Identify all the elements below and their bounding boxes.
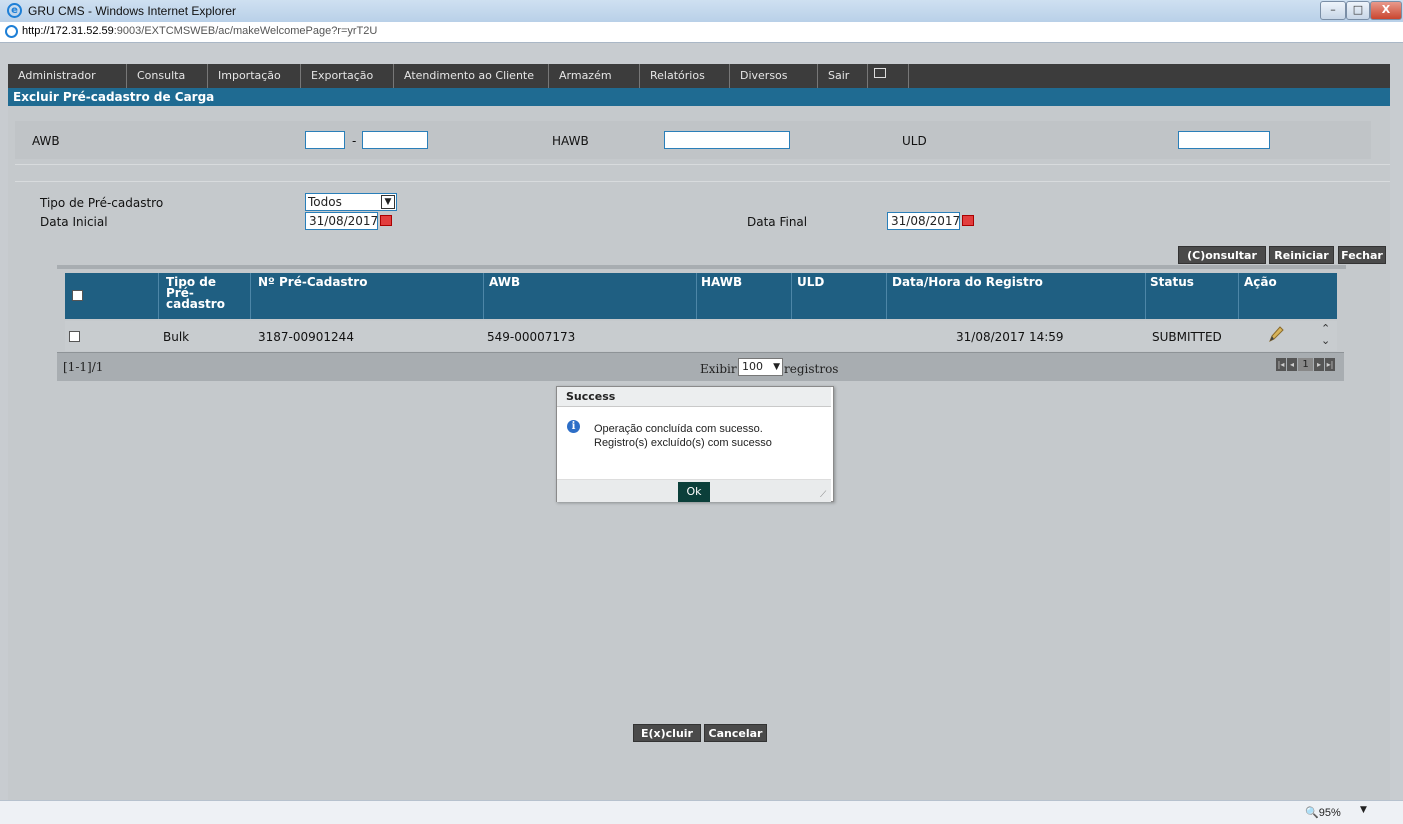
header-acao[interactable]: Ação — [1244, 276, 1277, 288]
header-data-hora[interactable]: Data/Hora do Registro — [892, 276, 1043, 288]
data-inicial-input[interactable]: 31/08/2017 — [305, 212, 378, 230]
page-title: Excluir Pré-cadastro de Carga — [8, 88, 1390, 106]
window-title: GRU CMS - Windows Internet Explorer — [28, 4, 237, 18]
cell-awb: 549-00007173 — [487, 330, 576, 344]
tipo-label: Tipo de Pré-cadastro — [40, 196, 164, 210]
ok-button[interactable]: Ok — [678, 482, 710, 502]
consultar-button[interactable]: (C)onsultar — [1178, 246, 1266, 264]
column-divider — [886, 273, 887, 319]
menu-diversos[interactable]: Diversos — [730, 64, 818, 88]
menu-armazem[interactable]: Armazém — [549, 64, 640, 88]
awb-separator: - — [352, 134, 357, 148]
menu-consulta[interactable]: Consulta — [127, 64, 208, 88]
cell-data-hora: 31/08/2017 14:59 — [956, 330, 1064, 344]
calendar-icon[interactable] — [380, 215, 392, 226]
data-final-label: Data Final — [747, 215, 808, 229]
header-tipo[interactable]: Tipo de Pré- cadastro — [166, 276, 226, 310]
select-all-checkbox[interactable] — [72, 290, 83, 301]
zoom-dropdown-icon[interactable]: ▼ — [1360, 805, 1367, 815]
page-size-value: 100 — [742, 360, 763, 373]
status-bar: 🔍95% ▼ — [0, 800, 1403, 824]
uld-input[interactable] — [1178, 131, 1270, 149]
header-hawb[interactable]: HAWB — [701, 276, 742, 288]
prev-page-icon[interactable]: ◂ — [1287, 358, 1297, 371]
calendar-icon[interactable] — [962, 215, 974, 226]
edit-pencil-icon[interactable] — [1268, 325, 1284, 343]
restore-window-icon[interactable] — [874, 68, 886, 78]
grid-header: Tipo de Pré- cadastro Nº Pré-Cadastro AW… — [65, 273, 1337, 319]
main-menu: Administrador Consulta Importação Export… — [8, 64, 1390, 88]
page-icon — [5, 25, 18, 38]
row-scroll-arrows-icon[interactable]: ⌃ ⌄ — [1321, 323, 1330, 347]
awb-prefix-input[interactable] — [305, 131, 345, 149]
record-range: [1-1]/1 — [63, 360, 104, 374]
row-checkbox[interactable] — [69, 331, 80, 342]
data-final-input[interactable]: 31/08/2017 — [887, 212, 960, 230]
awb-label: AWB — [32, 134, 60, 148]
close-button[interactable]: X — [1370, 1, 1402, 20]
cell-status: SUBMITTED — [1152, 330, 1222, 344]
registros-label: registros — [784, 362, 839, 376]
header-numero[interactable]: Nº Pré-Cadastro — [258, 276, 367, 288]
data-inicial-label: Data Inicial — [40, 215, 108, 229]
dialog-message-line1: Operação concluída com sucesso. — [594, 423, 763, 435]
hawb-input[interactable] — [664, 131, 790, 149]
menu-divider — [908, 64, 909, 88]
window-titlebar: e GRU CMS - Windows Internet Explorer – … — [0, 0, 1403, 23]
column-divider — [483, 273, 484, 319]
current-page[interactable]: 1 — [1298, 358, 1313, 371]
info-icon: i — [567, 420, 580, 433]
menu-exportacao[interactable]: Exportação — [301, 64, 394, 88]
cell-numero: 3187-00901244 — [258, 330, 354, 344]
maximize-button[interactable]: □ — [1346, 1, 1370, 20]
uld-label: ULD — [902, 134, 927, 148]
page-size-select[interactable]: 100 ▼ — [738, 358, 783, 376]
zoom-level[interactable]: 🔍95% — [1305, 806, 1341, 819]
chevron-down-icon: ▼ — [773, 362, 780, 372]
grid-top-border — [57, 265, 1346, 269]
column-divider — [158, 273, 159, 319]
table-row[interactable]: Bulk 3187-00901244 549-00007173 31/08/20… — [65, 321, 1337, 351]
minimize-button[interactable]: – — [1320, 1, 1346, 20]
hawb-label: HAWB — [552, 134, 589, 148]
column-divider — [696, 273, 697, 319]
last-page-icon[interactable]: ▸| — [1325, 358, 1335, 371]
ie-logo-icon: e — [7, 3, 22, 18]
menu-administrador[interactable]: Administrador — [8, 64, 127, 88]
dialog-title: Success — [557, 387, 831, 407]
excluir-button[interactable]: E(x)cluir — [633, 724, 701, 742]
dialog-footer: Ok ⟋ — [557, 479, 831, 502]
exibir-label: Exibir — [700, 362, 737, 376]
column-divider — [1145, 273, 1146, 319]
header-status[interactable]: Status — [1150, 276, 1194, 288]
column-divider — [250, 273, 251, 319]
dialog-message-line2: Registro(s) excluído(s) com sucesso — [594, 437, 772, 449]
reiniciar-button[interactable]: Reiniciar — [1269, 246, 1334, 264]
url-text[interactable]: http://172.31.52.59:9003/EXTCMSWEB/ac/ma… — [22, 25, 377, 37]
awb-number-input[interactable] — [362, 131, 428, 149]
cell-tipo: Bulk — [163, 330, 190, 344]
chevron-down-icon: ▼ — [381, 195, 395, 209]
section-divider — [15, 164, 1390, 182]
column-divider — [791, 273, 792, 319]
tipo-select[interactable]: Todos ▼ — [305, 193, 397, 211]
zoom-value: 95% — [1318, 807, 1341, 819]
resize-grip-icon[interactable]: ⟋ — [820, 490, 826, 500]
next-page-icon[interactable]: ▸ — [1314, 358, 1324, 371]
menu-relatorios[interactable]: Relatórios — [640, 64, 730, 88]
fechar-button[interactable]: Fechar — [1338, 246, 1386, 264]
menu-atendimento[interactable]: Atendimento ao Cliente — [394, 64, 549, 88]
first-page-icon[interactable]: |◂ — [1276, 358, 1286, 371]
header-uld[interactable]: ULD — [797, 276, 824, 288]
column-divider — [1238, 273, 1239, 319]
menu-importacao[interactable]: Importação — [208, 64, 301, 88]
header-awb[interactable]: AWB — [489, 276, 520, 288]
success-dialog: Success i Operação concluída com sucesso… — [556, 386, 834, 502]
grid-footer: [1-1]/1 Exibir 100 ▼ registros |◂ ◂ 1 ▸ … — [57, 352, 1344, 381]
menu-sair[interactable]: Sair — [818, 64, 868, 88]
tipo-selected-value: Todos — [308, 195, 342, 209]
address-bar[interactable]: http://172.31.52.59:9003/EXTCMSWEB/ac/ma… — [0, 22, 1403, 43]
cancelar-button[interactable]: Cancelar — [704, 724, 767, 742]
